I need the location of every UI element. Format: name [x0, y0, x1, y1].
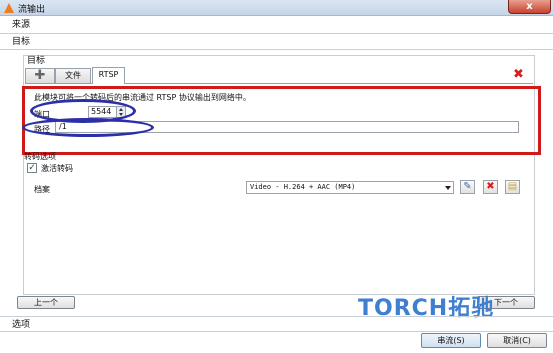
tab-bar: ✚ 文件 RTSP	[25, 67, 533, 84]
rtsp-description: 此模块可将一个转码后的串流通过 RTSP 协议输出到网络中。	[34, 93, 251, 102]
chevron-down-icon[interactable]	[445, 186, 451, 190]
path-label: 路径	[34, 125, 50, 134]
cancel-button[interactable]: 取消(C)	[487, 333, 547, 348]
title-bar: 流输出 x	[0, 0, 553, 16]
section-source: 来源	[0, 17, 553, 34]
vlc-cone-icon	[4, 3, 14, 13]
spin-up-icon[interactable]	[119, 108, 123, 111]
new-profile-icon[interactable]: ▤	[505, 180, 520, 194]
remove-tab-icon[interactable]: ✖	[512, 68, 525, 81]
section-target: 目标	[0, 34, 553, 50]
path-input[interactable]: /1	[55, 121, 519, 133]
add-tab-button[interactable]: ✚	[25, 68, 55, 83]
close-button[interactable]: x	[508, 0, 551, 14]
spin-down-icon[interactable]	[119, 113, 123, 116]
tab-file[interactable]: 文件	[55, 68, 91, 83]
activate-transcode-label[interactable]: 激活转码	[41, 163, 73, 174]
transcode-options-title: 转码选项	[24, 152, 56, 161]
activate-transcode-checkbox[interactable]: ✓	[27, 163, 37, 173]
previous-button[interactable]: 上一个	[17, 296, 75, 309]
target-group-title: 目标	[27, 56, 46, 66]
section-options: 选项	[0, 316, 553, 332]
edit-profile-icon[interactable]: ✎	[460, 180, 475, 194]
profile-select[interactable]: Video - H.264 + AAC (MP4)	[246, 181, 454, 194]
window-title: 流输出	[18, 5, 46, 15]
tab-rtsp[interactable]: RTSP	[92, 67, 125, 84]
stream-button[interactable]: 串流(S)	[421, 333, 481, 348]
profile-label: 档案	[34, 185, 50, 194]
port-spin-buttons[interactable]	[116, 107, 125, 117]
delete-profile-icon[interactable]: ✖	[483, 180, 498, 194]
port-label: 端口	[34, 110, 50, 119]
